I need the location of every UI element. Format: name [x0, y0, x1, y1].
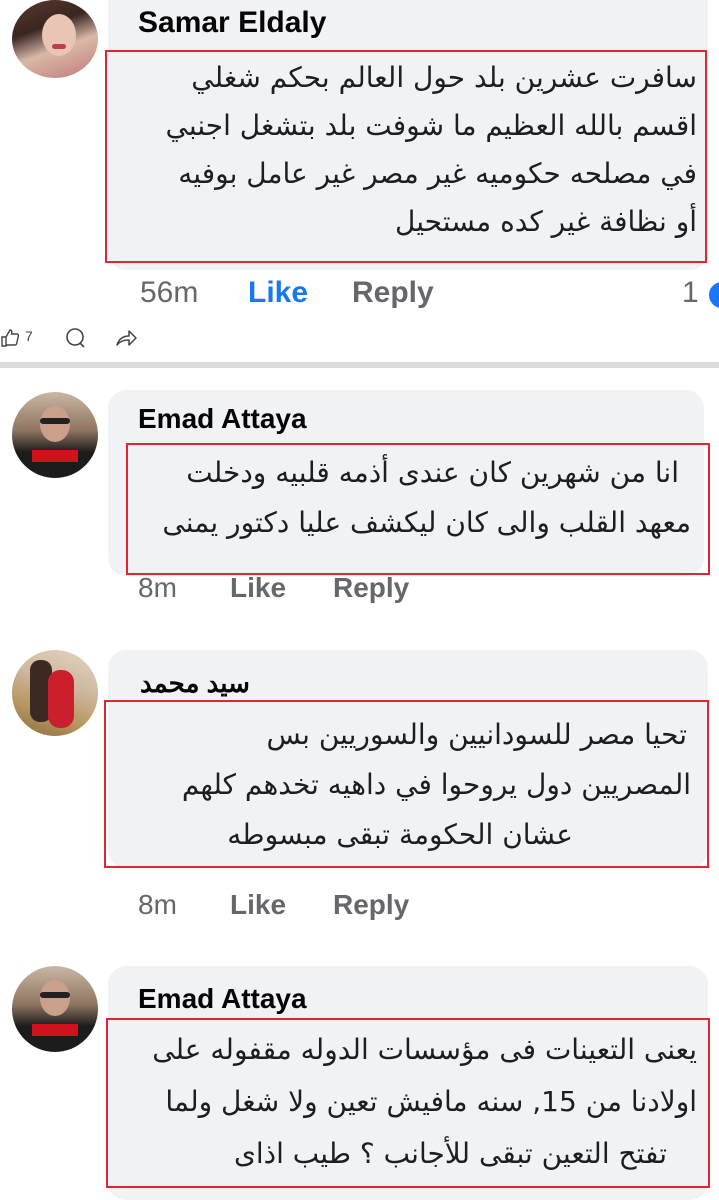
- comment-timestamp: 56m: [140, 276, 199, 309]
- avatar-face: [42, 14, 76, 56]
- comment-text-line: في مصلحه حكوميه غير مصر غير عامل بوفيه: [178, 157, 697, 190]
- avatar-glasses: [40, 418, 70, 424]
- avatar-lips: [52, 44, 66, 49]
- comment-author[interactable]: سيد محمد: [140, 668, 250, 699]
- comment-text-line: تحيا مصر للسودانيين والسوريين بس: [266, 718, 687, 751]
- reaction-like-icon[interactable]: [706, 279, 719, 311]
- section-divider: [0, 362, 719, 368]
- avatar-face: [40, 980, 70, 1016]
- post-like-icon[interactable]: [0, 328, 20, 348]
- comment-timestamp: 8m: [138, 572, 177, 603]
- comment-text-line: المصريين دول يروحوا في داهيه تخدهم كلهم: [181, 768, 691, 801]
- like-button[interactable]: Like: [248, 276, 308, 310]
- comment-text-line: انا من شهرين كان عندى أذمه قلبيه ودخلت: [186, 456, 679, 489]
- comment-icon[interactable]: [64, 326, 88, 350]
- avatar-figure: [48, 670, 74, 728]
- comment-text-line: تفتح التعين تبقى للأجانب ؟ طيب اذاى: [233, 1137, 667, 1170]
- avatar[interactable]: [12, 0, 98, 78]
- avatar-badge: [32, 1024, 78, 1036]
- like-button[interactable]: Like: [230, 572, 286, 604]
- share-icon[interactable]: [114, 326, 138, 350]
- avatar-badge: [32, 450, 78, 462]
- avatar[interactable]: [12, 650, 98, 736]
- comment-text-line: يعنى التعينات فى مؤسسات الدوله مقفوله عل…: [152, 1033, 697, 1066]
- reaction-count: 1: [682, 276, 699, 309]
- avatar-face: [40, 406, 70, 442]
- comment-author[interactable]: Emad Attaya: [138, 983, 307, 1015]
- avatar-glasses: [40, 992, 70, 998]
- comment-text-line: اقسم بالله العظيم ما شوفت بلد بتشغل اجنب…: [165, 109, 697, 142]
- comment-timestamp: 8m: [138, 889, 177, 920]
- avatar[interactable]: [12, 966, 98, 1052]
- comment-author[interactable]: Samar Eldaly: [138, 6, 326, 40]
- comment-text-line: معهد القلب والى كان ليكشف عليا دكتور يمن…: [162, 506, 691, 539]
- avatar[interactable]: [12, 392, 98, 478]
- like-button[interactable]: Like: [230, 889, 286, 921]
- reply-button[interactable]: Reply: [333, 889, 409, 921]
- comment-text-line: اولادنا من 15, سنه مافيش تعين ولا شغل ول…: [165, 1085, 697, 1118]
- comment-text-line: عشان الحكومة تبقى مبسوطه: [227, 818, 573, 851]
- comment-author[interactable]: Emad Attaya: [138, 403, 307, 435]
- reply-button[interactable]: Reply: [352, 276, 434, 310]
- post-like-count: 7: [25, 328, 33, 344]
- reply-button[interactable]: Reply: [333, 572, 409, 604]
- comment-text-line: أو نظافة غير كده مستحيل: [395, 205, 697, 238]
- comment-text-line: سافرت عشرين بلد حول العالم بحكم شغلي: [191, 61, 697, 94]
